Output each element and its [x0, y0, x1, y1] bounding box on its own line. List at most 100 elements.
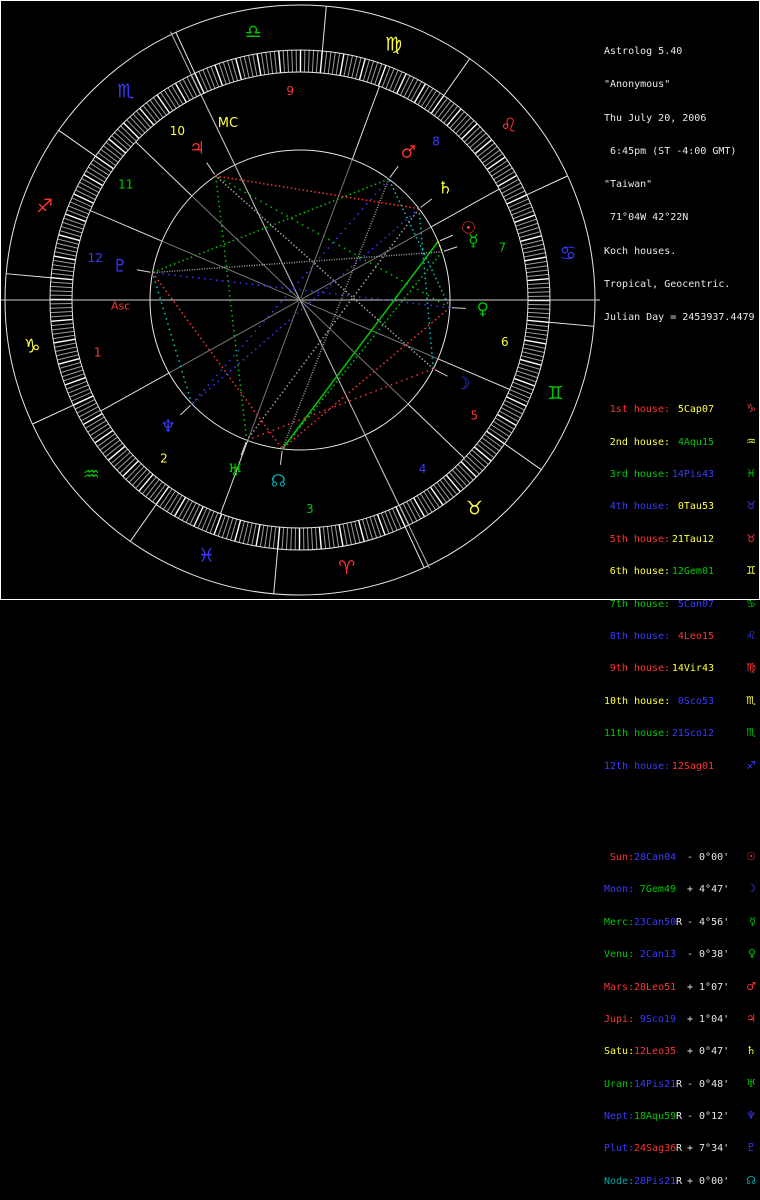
pisces-icon: ♓: [198, 544, 215, 566]
planet-position: 24Sag36: [634, 1144, 676, 1154]
planet-position: 28Pis21: [634, 1177, 676, 1187]
planet-position: 12Leo35: [634, 1047, 676, 1057]
sagittarius-icon: ♐: [36, 195, 53, 217]
planet-velocity: - 0°48': [687, 1080, 729, 1090]
house-number: 8: [432, 134, 440, 148]
house-cusp-value: 4Aqu15: [670, 438, 714, 448]
house-label: 8th house:: [604, 632, 670, 642]
house-number: 7: [498, 240, 506, 254]
house-cusp-line: [101, 373, 169, 411]
aspect-line: [247, 369, 433, 440]
sign-boundary: [444, 59, 470, 96]
aspect-line: [153, 273, 192, 404]
planet-velocity: + 0°00': [687, 1177, 729, 1187]
info-sidebar: Astrolog 5.40 "Anonymous" Thu July 20, 2…: [604, 2, 756, 1200]
planet-row: Mars:28Leo51+ 1°07'♂: [604, 982, 756, 992]
planet-position: 7Gem49: [634, 885, 676, 895]
sign-boundary: [130, 504, 156, 541]
sign-boundary: [176, 32, 195, 73]
house-number: 11: [118, 178, 133, 192]
planet-position: 14Pis21: [634, 1080, 676, 1090]
house-cusp-spoke: [301, 159, 353, 298]
house-label: 1st house:: [604, 405, 670, 415]
pluto-icon: ♇: [746, 1143, 756, 1153]
node-wheel-icon: ☊: [271, 472, 286, 492]
planet-label: Moon:: [604, 885, 634, 895]
sagittarius-icon: ♐: [746, 761, 756, 771]
house-label: 10th house:: [604, 697, 670, 707]
planet-pointer: [444, 247, 457, 251]
aspect-line: [153, 179, 389, 273]
house-number: 1: [94, 346, 102, 360]
house-number: 2: [160, 452, 168, 466]
chart-time: 6:45pm (ST -4:00 GMT): [604, 146, 756, 157]
house-number: 5: [470, 408, 478, 422]
cancer-icon: ♋: [746, 599, 756, 609]
leo-icon: ♌: [500, 115, 517, 137]
house-row: 11th house:21Sco12♏: [604, 728, 756, 738]
chart-name: "Anonymous": [604, 79, 756, 90]
planet-position: 2Can13: [634, 950, 676, 960]
capricorn-icon: ♑: [24, 336, 41, 358]
house-row: 2nd house:4Aqu15♒: [604, 437, 756, 447]
saturn-icon: ♄: [746, 1046, 756, 1056]
house-cusp-value: 5Cap07: [670, 405, 714, 415]
sun-icon: ☉: [746, 852, 756, 862]
house-cusp-line: [408, 404, 464, 458]
planet-velocity: + 1°07': [687, 983, 729, 993]
house-cusp-spoke: [302, 301, 438, 359]
retrograde-flag: R: [676, 1112, 683, 1122]
sign-boundary: [527, 176, 568, 195]
house-row: 5th house:21Tau12♉: [604, 534, 756, 544]
planet-label: Merc:: [604, 918, 634, 928]
planet-velocity: + 7°34': [687, 1144, 729, 1154]
planet-velocity: - 0°00': [687, 853, 729, 863]
planet-position: 18Aqu59: [634, 1112, 676, 1122]
house-number: 10: [170, 124, 185, 138]
sign-boundary: [504, 444, 541, 470]
sign-boundary: [59, 130, 96, 156]
house-cusp-value: 14Vir43: [670, 664, 714, 674]
house-row: 9th house:14Vir43 ♍: [604, 663, 756, 673]
planet-velocity: - 0°12': [687, 1112, 729, 1122]
venus-icon: ♀: [748, 949, 756, 959]
planet-label: Uran:: [604, 1080, 634, 1090]
house-row: 12th house:12Sag01♐: [604, 761, 756, 771]
asc-label: Asc: [111, 300, 130, 313]
sign-boundary: [32, 405, 73, 424]
planet-row: Moon:7Gem49+ 4°47'☽: [604, 884, 756, 894]
house-cusp-value: 0Tau53: [670, 502, 714, 512]
plut-wheel-icon: ♇: [112, 257, 127, 277]
scorpio-icon: ♏: [746, 728, 756, 738]
house-cusp-line: [438, 359, 510, 390]
house-number: 6: [501, 335, 509, 349]
planet-row: Satu:12Leo35+ 0°47'♄: [604, 1046, 756, 1056]
zodiac-mode: Tropical, Geocentric.: [604, 279, 756, 290]
house-row: 8th house:4Leo15♌: [604, 631, 756, 641]
house-label: 12th house:: [604, 762, 670, 772]
app-title: Astrolog 5.40: [604, 46, 756, 57]
gemini-icon: ♊: [746, 566, 756, 576]
chart-date: Thu July 20, 2006: [604, 113, 756, 124]
retrograde-flag: R: [676, 1080, 683, 1090]
uran-wheel-icon: ♅: [227, 461, 242, 481]
house-row: 1st house:5Cap07♑: [604, 404, 756, 414]
neptune-icon: ♆: [746, 1111, 756, 1121]
virgo-icon: ♍: [746, 663, 756, 673]
planet-velocity: + 4°47': [687, 885, 729, 895]
planet-pointer: [440, 235, 453, 240]
planet-position: 23Can50: [634, 918, 676, 928]
planet-velocity: - 0°38': [687, 950, 729, 960]
planet-label: Satu:: [604, 1047, 634, 1057]
aspect-line: [192, 209, 419, 404]
planet-label: Sun:: [604, 853, 634, 863]
virgo-icon: ♍: [385, 34, 402, 56]
taurus-icon: ♉: [466, 498, 483, 520]
planet-row: Venu:2Can13- 0°38'♀: [604, 949, 756, 959]
house-label: 9th house:: [604, 664, 670, 674]
gemini-icon: ♊: [547, 383, 564, 405]
chart-place: "Taiwan": [604, 179, 756, 190]
planet-row: Node:28Pis21R+ 0°00'☊: [604, 1176, 756, 1186]
satu-wheel-icon: ♄: [438, 179, 453, 199]
house-number: 9: [286, 84, 294, 98]
